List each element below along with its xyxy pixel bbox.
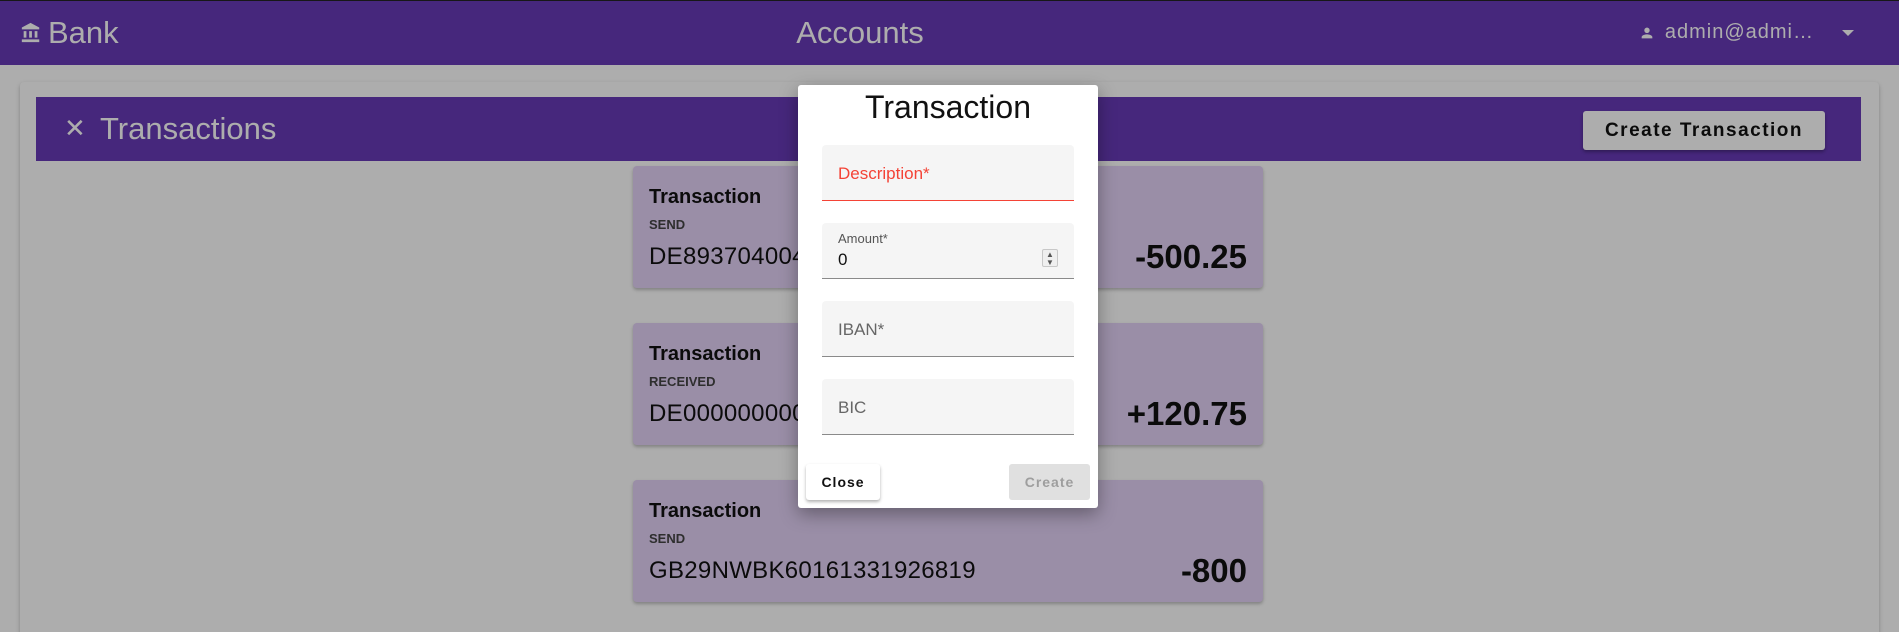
iban-label: IBAN*	[838, 320, 885, 339]
bic-field[interactable]: BIC	[822, 379, 1074, 435]
description-field[interactable]: Description*	[822, 145, 1074, 201]
bic-label: BIC	[838, 398, 867, 417]
close-button[interactable]: Close	[806, 464, 880, 500]
number-stepper[interactable]: ▲ ▼	[1042, 249, 1058, 267]
amount-label: Amount*	[838, 231, 888, 246]
transaction-dialog: Transaction Description* Amount* ▲▼ IBAN…	[798, 85, 1098, 508]
description-label: Description*	[838, 164, 930, 183]
iban-field[interactable]: IBAN*	[822, 301, 1074, 357]
dialog-title: Transaction	[865, 89, 1031, 125]
create-button[interactable]: Create	[1009, 464, 1090, 500]
amount-input[interactable]	[838, 249, 1028, 271]
amount-field[interactable]: Amount* ▲▼	[822, 223, 1074, 279]
